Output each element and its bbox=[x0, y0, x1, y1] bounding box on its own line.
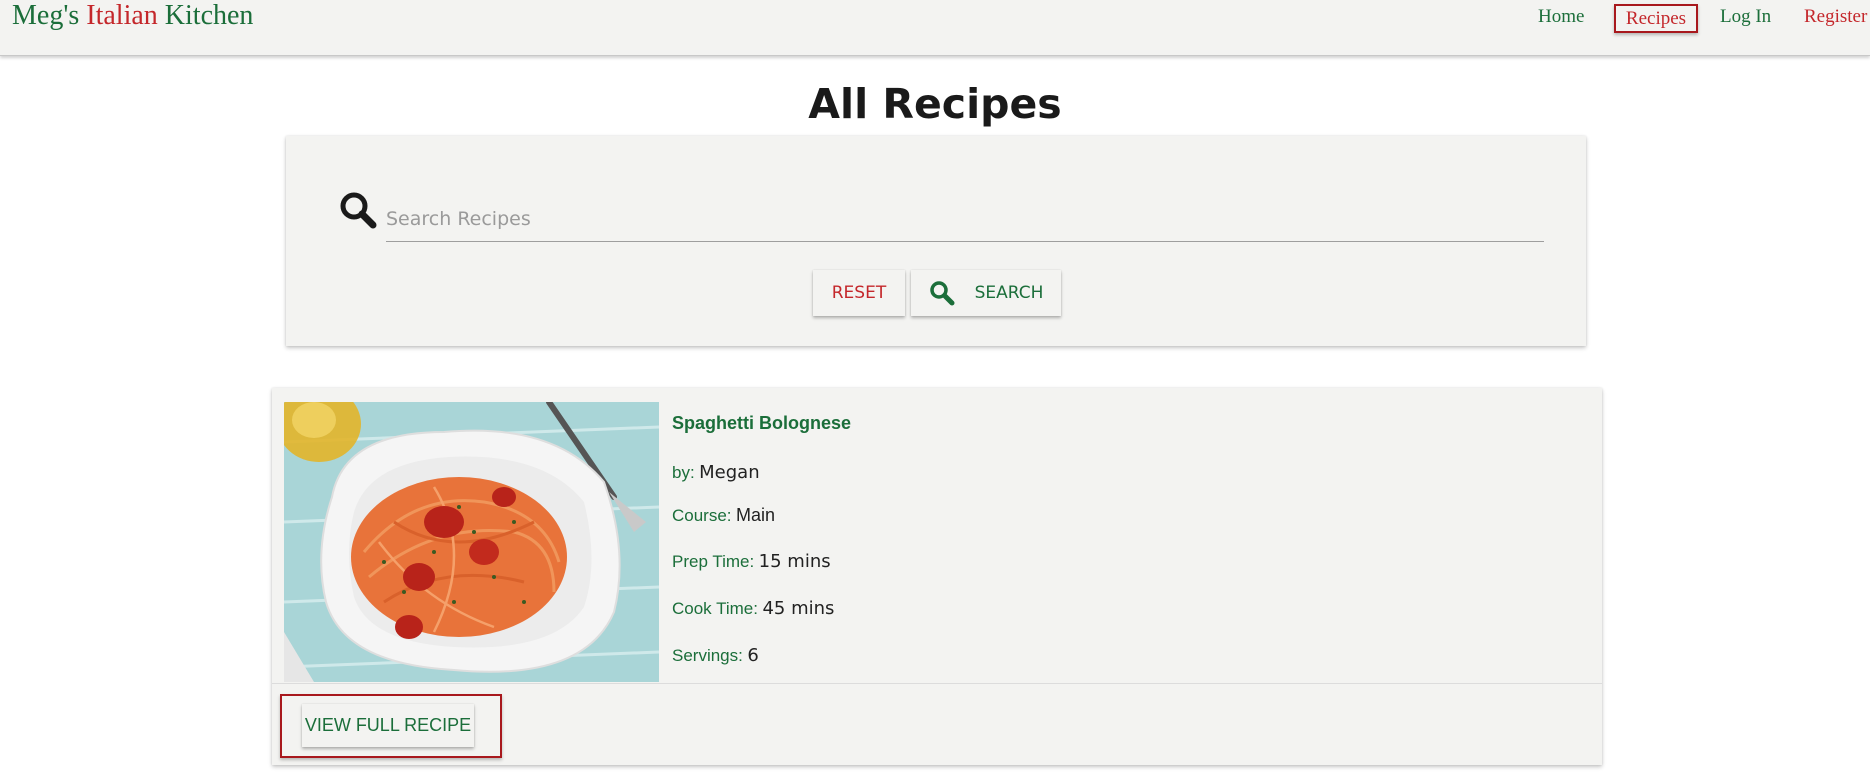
author-label: by: bbox=[672, 463, 695, 482]
navbar: Meg's Italian Kitchen Home Recipes Log I… bbox=[0, 0, 1870, 56]
servings-value: 6 bbox=[747, 645, 759, 666]
nav-login-link[interactable]: Log In bbox=[1720, 6, 1771, 28]
search-button-icon bbox=[929, 281, 955, 306]
reset-button[interactable]: RESET bbox=[813, 270, 905, 316]
card-divider bbox=[272, 683, 1602, 684]
recipe-servings: Servings: 6 bbox=[672, 645, 759, 666]
course-value: Main bbox=[735, 505, 775, 525]
course-label: Course: bbox=[672, 506, 732, 525]
search-icon bbox=[338, 190, 378, 230]
servings-label: Servings: bbox=[672, 646, 743, 665]
cook-time-label: Cook Time: bbox=[672, 599, 758, 618]
brand-part-megs: Meg's bbox=[12, 0, 80, 31]
reset-button-label: RESET bbox=[831, 283, 887, 303]
recipe-cook-time: Cook Time: 45 mins bbox=[672, 598, 834, 619]
brand-part-italian: Italian bbox=[86, 0, 158, 31]
recipe-course: Course: Main bbox=[672, 505, 775, 526]
prep-time-value: 15 mins bbox=[758, 551, 831, 572]
cook-time-value: 45 mins bbox=[762, 598, 835, 619]
view-full-recipe-button[interactable]: VIEW FULL RECIPE bbox=[302, 704, 474, 747]
author-value: Megan bbox=[699, 462, 760, 483]
recipe-title: Spaghetti Bolognese bbox=[672, 413, 852, 433]
nav-register-link[interactable]: Register bbox=[1804, 6, 1867, 28]
search-button[interactable]: SEARCH bbox=[911, 270, 1061, 316]
recipe-card: Spaghetti Bolognese by: Megan Course: Ma… bbox=[272, 388, 1602, 765]
nav-recipes-link[interactable]: Recipes bbox=[1614, 4, 1698, 33]
brand-logo[interactable]: Meg's Italian Kitchen bbox=[12, 0, 253, 32]
recipe-author: by: Megan bbox=[672, 462, 760, 483]
brand-part-kitchen: Kitchen bbox=[164, 0, 254, 31]
search-button-label: SEARCH bbox=[974, 283, 1044, 303]
prep-time-label: Prep Time: bbox=[672, 552, 755, 571]
search-input[interactable] bbox=[386, 196, 1544, 242]
recipe-image bbox=[284, 402, 659, 682]
search-panel: RESET SEARCH bbox=[286, 136, 1586, 346]
page-title: All Recipes bbox=[808, 80, 1062, 128]
nav-home-link[interactable]: Home bbox=[1538, 6, 1584, 28]
recipe-prep-time: Prep Time: 15 mins bbox=[672, 551, 831, 572]
